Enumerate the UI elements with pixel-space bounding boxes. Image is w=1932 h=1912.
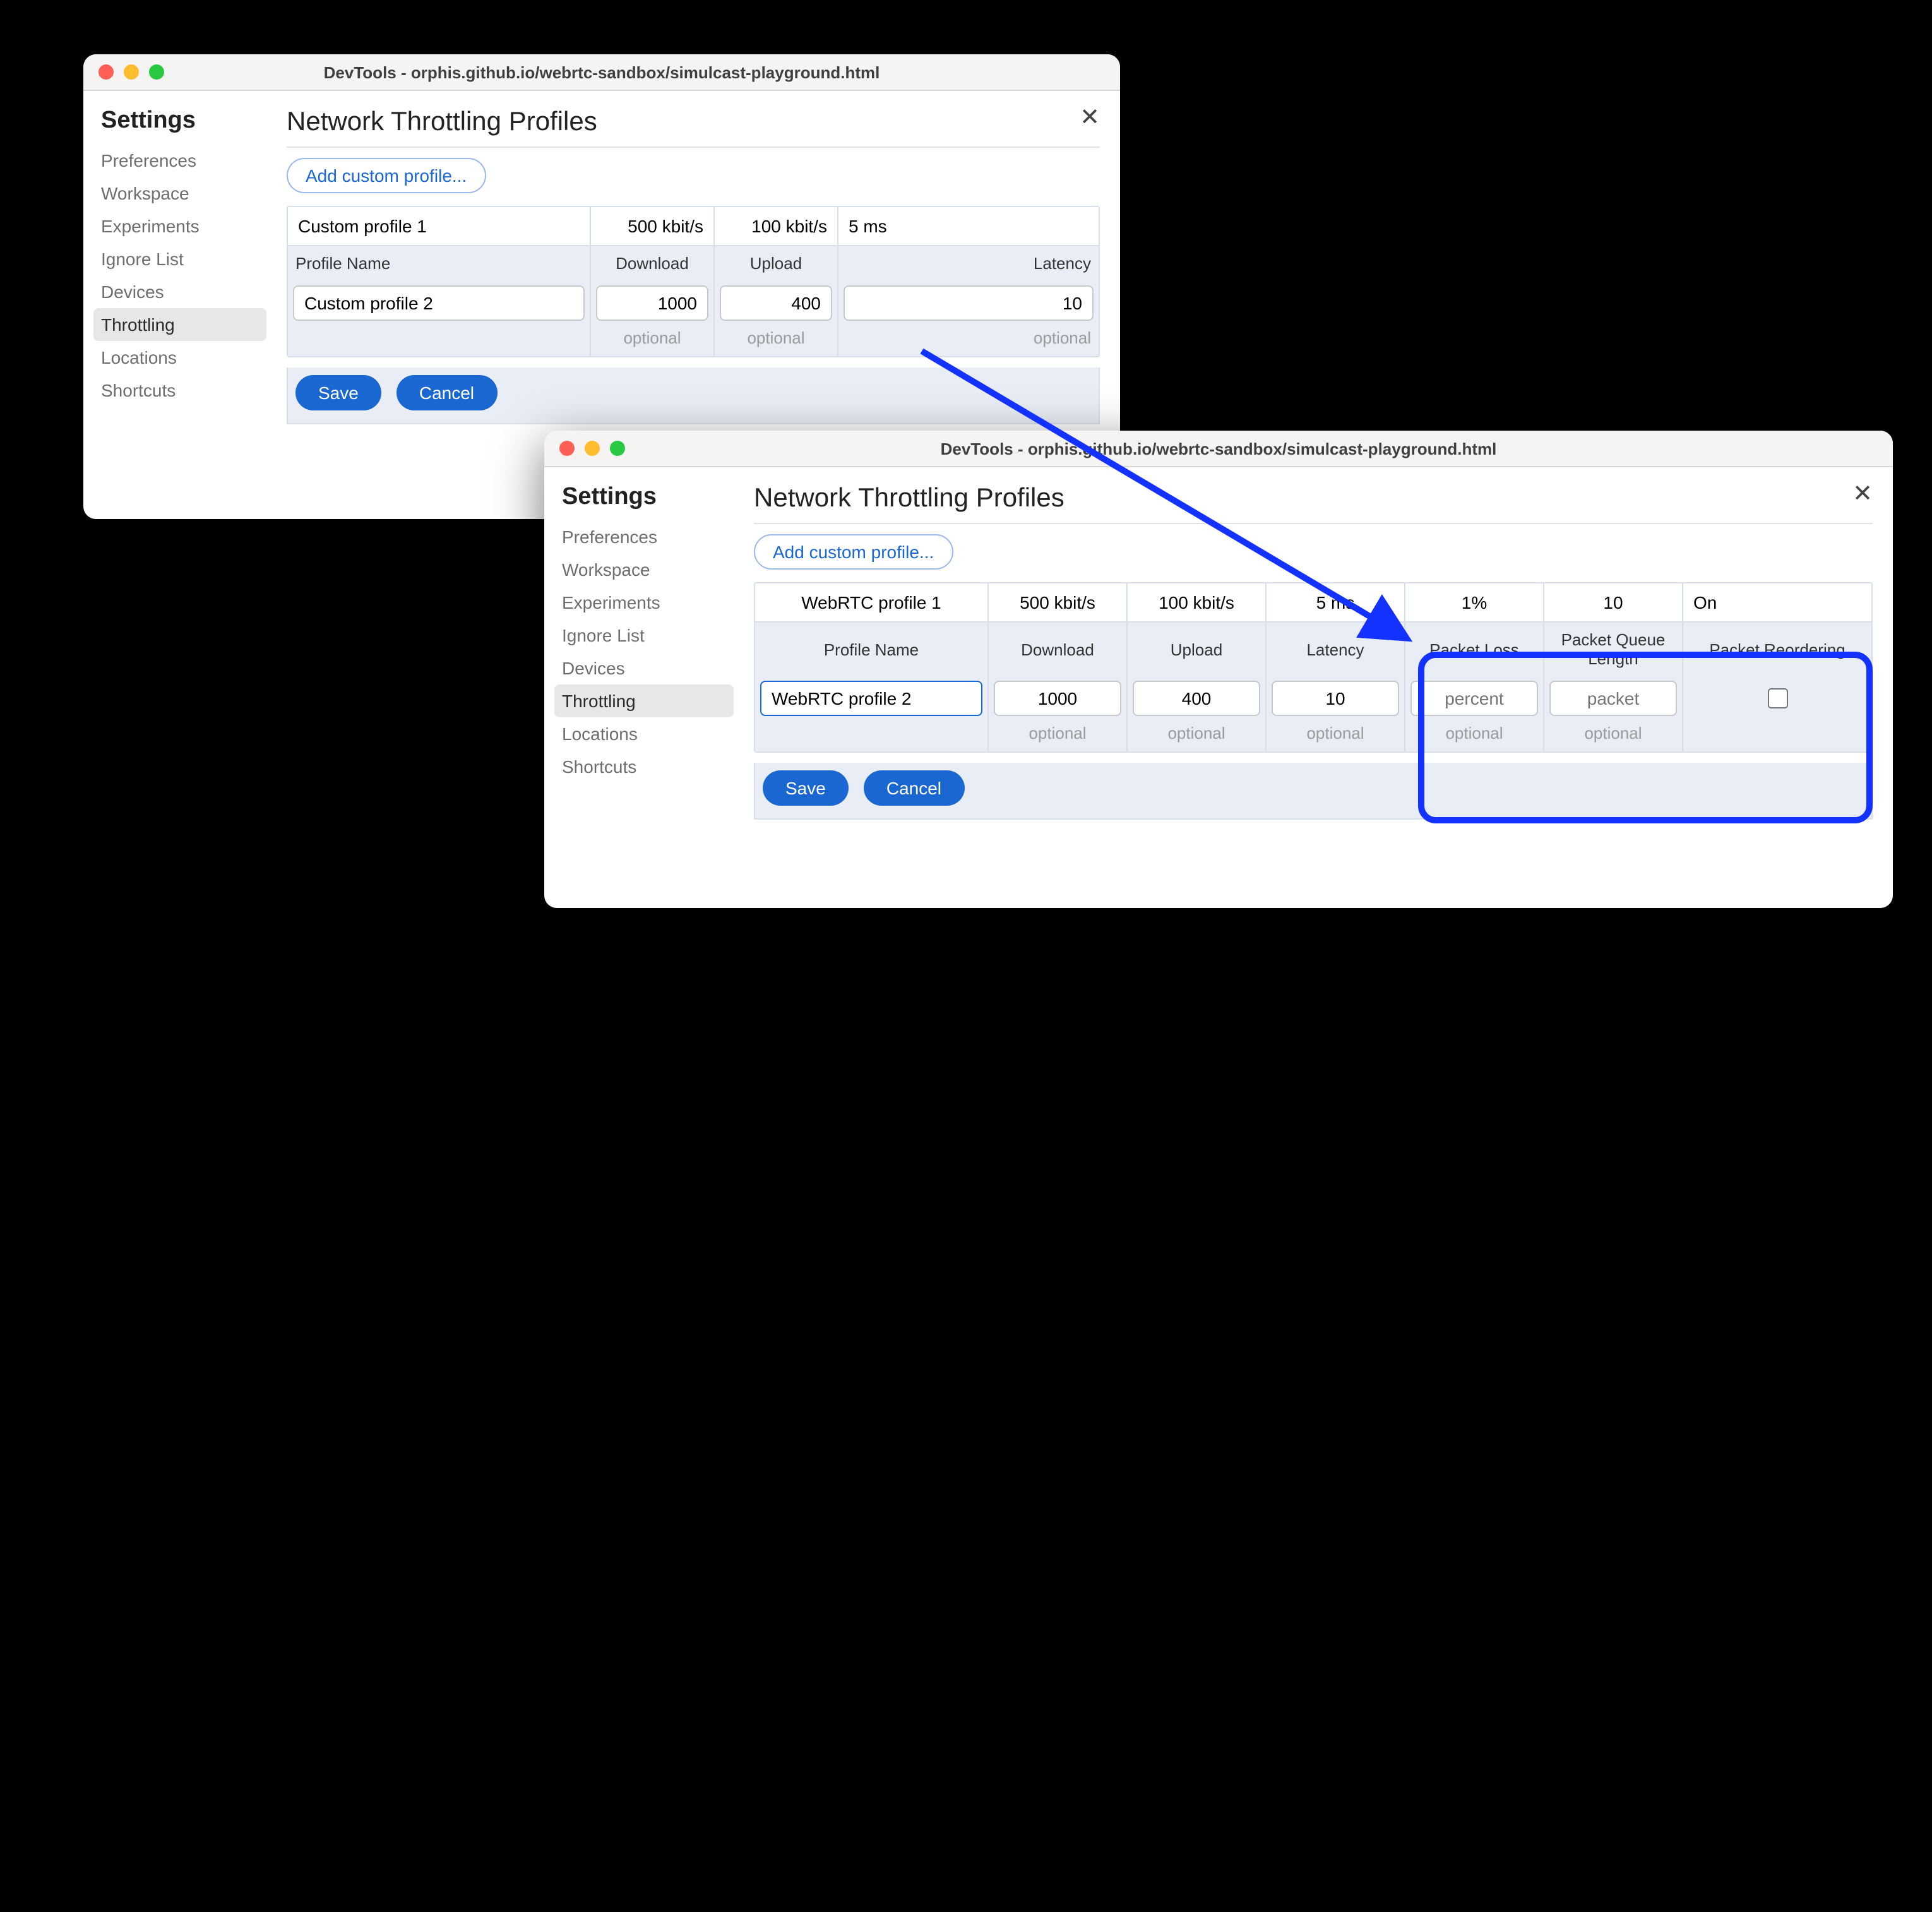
header-packet-queue: Packet Queue Length xyxy=(1544,623,1683,676)
cancel-button[interactable]: Cancel xyxy=(864,770,964,806)
profile-upload-cell: 100 kbit/s xyxy=(715,207,838,245)
traffic-light-close[interactable] xyxy=(559,441,575,456)
profile-row-existing[interactable]: WebRTC profile 1 500 kbit/s 100 kbit/s 5… xyxy=(755,583,1871,623)
cancel-button[interactable]: Cancel xyxy=(397,375,497,410)
profile-edit-row xyxy=(288,280,1099,326)
sidebar-item-devices[interactable]: Devices xyxy=(554,652,734,684)
sidebar-item-workspace[interactable]: Workspace xyxy=(93,177,266,210)
profile-packet-loss-cell: 1% xyxy=(1405,583,1544,621)
header-download: Download xyxy=(989,623,1128,676)
page-title: Network Throttling Profiles xyxy=(754,484,1873,514)
sidebar-item-experiments[interactable]: Experiments xyxy=(554,586,734,619)
save-button[interactable]: Save xyxy=(763,770,849,806)
optional-hint-row: optional optional optional xyxy=(288,326,1099,356)
throttling-profiles-table: WebRTC profile 1 500 kbit/s 100 kbit/s 5… xyxy=(754,582,1873,753)
optional-label: optional xyxy=(1405,721,1544,751)
sidebar-heading: Settings xyxy=(101,107,266,135)
window-title: DevTools - orphis.github.io/webrtc-sandb… xyxy=(544,439,1893,458)
profile-name-cell: WebRTC profile 1 xyxy=(755,583,989,621)
packet-reorder-checkbox[interactable] xyxy=(1767,688,1787,708)
sidebar-heading: Settings xyxy=(562,484,734,511)
optional-label: optional xyxy=(989,721,1128,751)
throttling-profiles-table: Custom profile 1 500 kbit/s 100 kbit/s 5… xyxy=(287,206,1100,357)
sidebar-item-preferences[interactable]: Preferences xyxy=(554,520,734,553)
optional-label: optional xyxy=(715,326,838,356)
profile-packet-queue-cell: 10 xyxy=(1544,583,1683,621)
header-upload: Upload xyxy=(1128,623,1267,676)
window-title: DevTools - orphis.github.io/webrtc-sandb… xyxy=(83,63,1120,81)
devtools-window-after: DevTools - orphis.github.io/webrtc-sandb… xyxy=(544,431,1893,908)
profile-edit-header: Profile Name Download Upload Latency xyxy=(288,246,1099,280)
sidebar-item-ignore-list[interactable]: Ignore List xyxy=(554,619,734,652)
header-packet-reorder: Packet Reordering xyxy=(1683,623,1871,676)
profile-download-cell: 500 kbit/s xyxy=(591,207,715,245)
optional-hint-row: optional optional optional optional opti… xyxy=(755,721,1871,751)
add-custom-profile-button[interactable]: Add custom profile... xyxy=(754,534,953,570)
titlebar[interactable]: DevTools - orphis.github.io/webrtc-sandb… xyxy=(83,54,1120,91)
header-profile-name: Profile Name xyxy=(755,623,989,676)
header-packet-loss: Packet Loss xyxy=(1405,623,1544,676)
profile-edit-row xyxy=(755,676,1871,721)
header-download: Download xyxy=(591,246,715,280)
header-profile-name: Profile Name xyxy=(288,246,591,280)
sidebar-item-workspace[interactable]: Workspace xyxy=(554,553,734,586)
save-button[interactable]: Save xyxy=(295,375,381,410)
profile-download-cell: 500 kbit/s xyxy=(989,583,1128,621)
packet-loss-input[interactable] xyxy=(1410,681,1538,716)
sidebar-item-shortcuts[interactable]: Shortcuts xyxy=(554,750,734,783)
profile-edit-header: Profile Name Download Upload Latency Pac… xyxy=(755,623,1871,676)
sidebar-item-throttling[interactable]: Throttling xyxy=(93,308,266,341)
sidebar-item-experiments[interactable]: Experiments xyxy=(93,210,266,242)
titlebar[interactable]: DevTools - orphis.github.io/webrtc-sandb… xyxy=(544,431,1893,467)
optional-label: optional xyxy=(1128,721,1267,751)
button-bar: Save Cancel xyxy=(754,763,1873,820)
profile-name-cell: Custom profile 1 xyxy=(288,207,591,245)
profile-name-input[interactable] xyxy=(293,285,585,321)
add-custom-profile-button[interactable]: Add custom profile... xyxy=(287,158,486,193)
sidebar-item-locations[interactable]: Locations xyxy=(554,717,734,750)
page-title: Network Throttling Profiles xyxy=(287,107,1100,138)
optional-label: optional xyxy=(838,326,1099,356)
header-latency: Latency xyxy=(838,246,1099,280)
upload-input[interactable] xyxy=(720,285,832,321)
optional-label: optional xyxy=(591,326,715,356)
sidebar-item-locations[interactable]: Locations xyxy=(93,341,266,374)
profile-latency-cell: 5 ms xyxy=(1267,583,1405,621)
sidebar-item-ignore-list[interactable]: Ignore List xyxy=(93,242,266,275)
latency-input[interactable] xyxy=(844,285,1094,321)
traffic-light-minimize[interactable] xyxy=(124,64,139,80)
sidebar-item-devices[interactable]: Devices xyxy=(93,275,266,308)
traffic-light-zoom[interactable] xyxy=(149,64,164,80)
profile-upload-cell: 100 kbit/s xyxy=(1128,583,1267,621)
packet-queue-input[interactable] xyxy=(1549,681,1677,716)
download-input[interactable] xyxy=(596,285,708,321)
header-latency: Latency xyxy=(1267,623,1405,676)
optional-label: optional xyxy=(1267,721,1405,751)
latency-input[interactable] xyxy=(1272,681,1399,716)
profile-packet-reorder-cell: On xyxy=(1683,583,1871,621)
optional-label: optional xyxy=(1544,721,1683,751)
upload-input[interactable] xyxy=(1133,681,1260,716)
settings-sidebar: Settings Preferences Workspace Experimen… xyxy=(544,467,734,908)
traffic-light-minimize[interactable] xyxy=(585,441,600,456)
traffic-light-zoom[interactable] xyxy=(610,441,625,456)
header-upload: Upload xyxy=(715,246,838,280)
sidebar-item-throttling[interactable]: Throttling xyxy=(554,684,734,717)
traffic-light-close[interactable] xyxy=(98,64,114,80)
settings-main: ✕ Network Throttling Profiles Add custom… xyxy=(734,467,1893,908)
download-input[interactable] xyxy=(994,681,1121,716)
profile-name-input[interactable] xyxy=(760,681,982,716)
profile-row-existing[interactable]: Custom profile 1 500 kbit/s 100 kbit/s 5… xyxy=(288,207,1099,246)
settings-sidebar: Settings Preferences Workspace Experimen… xyxy=(83,91,266,519)
button-bar: Save Cancel xyxy=(287,367,1100,424)
profile-latency-cell: 5 ms xyxy=(838,207,1099,245)
close-icon[interactable]: ✕ xyxy=(1080,106,1100,130)
sidebar-item-preferences[interactable]: Preferences xyxy=(93,144,266,177)
close-icon[interactable]: ✕ xyxy=(1852,482,1873,506)
sidebar-item-shortcuts[interactable]: Shortcuts xyxy=(93,374,266,407)
